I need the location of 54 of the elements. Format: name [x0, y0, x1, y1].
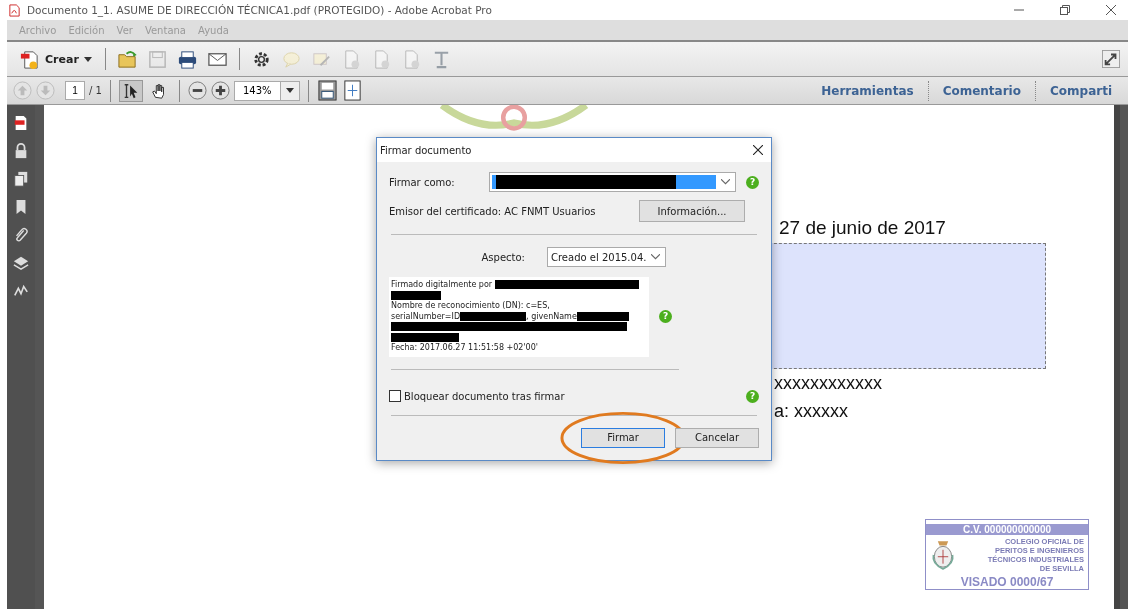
chevron-icon	[651, 254, 661, 260]
help-icon[interactable]: ?	[746, 175, 759, 189]
zoom-out-icon[interactable]	[187, 81, 207, 100]
preview-text: Fecha: 2017.06.27 11:51:58 +02'00'	[391, 343, 538, 352]
field-label: Firmar como:	[389, 176, 455, 188]
restore-icon[interactable]	[1060, 5, 1070, 15]
document-date: 27 de junio de 2017	[779, 217, 947, 239]
info-button[interactable]: Información...	[639, 200, 745, 222]
expand-icon[interactable]	[1102, 50, 1120, 68]
help-icon[interactable]: ?	[746, 389, 759, 403]
dialog-title: Firmar documento	[380, 144, 472, 156]
panel-tab[interactable]: Comentario	[932, 83, 1031, 98]
redaction-bar	[391, 290, 441, 300]
cancel-button[interactable]: Cancelar	[675, 427, 759, 448]
create-icon	[19, 48, 40, 70]
help-icon[interactable]: ?	[659, 310, 672, 324]
fit-page-icon[interactable]	[316, 80, 338, 101]
create-button[interactable]: Crear	[15, 46, 96, 72]
caret-icon	[83, 56, 92, 62]
appearance-dropdown[interactable]: Creado el 2015.04.	[547, 247, 667, 267]
certificate-dropdown[interactable]	[488, 172, 736, 192]
stamp-visa: VISADO 0000/67	[959, 575, 1055, 589]
issuer-text: Emisor del certificado: AC FNMT Usuarios	[389, 205, 596, 217]
field-label: Aspecto:	[481, 251, 525, 263]
sign-button[interactable]: Firmar	[581, 427, 665, 448]
lock-checkbox[interactable]: Bloquear documento tras firmar	[389, 390, 565, 402]
attachment-icon[interactable]	[13, 227, 29, 243]
preview-text: Firmado digitalmente por	[391, 280, 493, 289]
select-tool-icon[interactable]	[118, 79, 143, 102]
layers-icon[interactable]	[13, 255, 29, 271]
signature-icon[interactable]	[13, 283, 29, 299]
fit-width-icon[interactable]	[341, 80, 363, 101]
preview-text: serialNumber=ID	[391, 311, 461, 321]
stamp-number: C.V. 000000000000	[926, 524, 1088, 535]
zoom-in-icon[interactable]	[210, 81, 230, 100]
document-text: xxxxxxxxxxxx	[774, 372, 883, 395]
pdf-icon[interactable]	[13, 115, 29, 131]
preview-text: Nombre de reconocimiento (DN): c=ES,	[391, 301, 550, 310]
pages-icon[interactable]	[13, 171, 29, 187]
window-title: Documento 1_1. ASUME DE DIRECCIÓN TÉCNICA1.pdf (PROTEGIDO) - Adobe Acrobat Pro	[27, 4, 492, 16]
caret-icon	[285, 88, 294, 93]
pdf-app-icon	[8, 3, 21, 17]
panel-tab[interactable]: Herramientas	[811, 83, 924, 98]
chevron-icon	[721, 179, 730, 185]
preview-text: , givenName	[526, 311, 577, 321]
zoom-dropdown[interactable]: 143%	[233, 80, 300, 101]
page-total: / 1	[89, 85, 102, 96]
panel-tab[interactable]: Comparti	[1040, 83, 1122, 98]
page-number-field[interactable]: 1	[65, 81, 85, 100]
lock-icon[interactable]	[13, 143, 29, 159]
close-icon[interactable]	[1106, 5, 1116, 15]
crest-icon	[930, 538, 956, 572]
document-text: a: xxxxxx	[774, 400, 849, 423]
close-icon[interactable]	[753, 145, 763, 155]
